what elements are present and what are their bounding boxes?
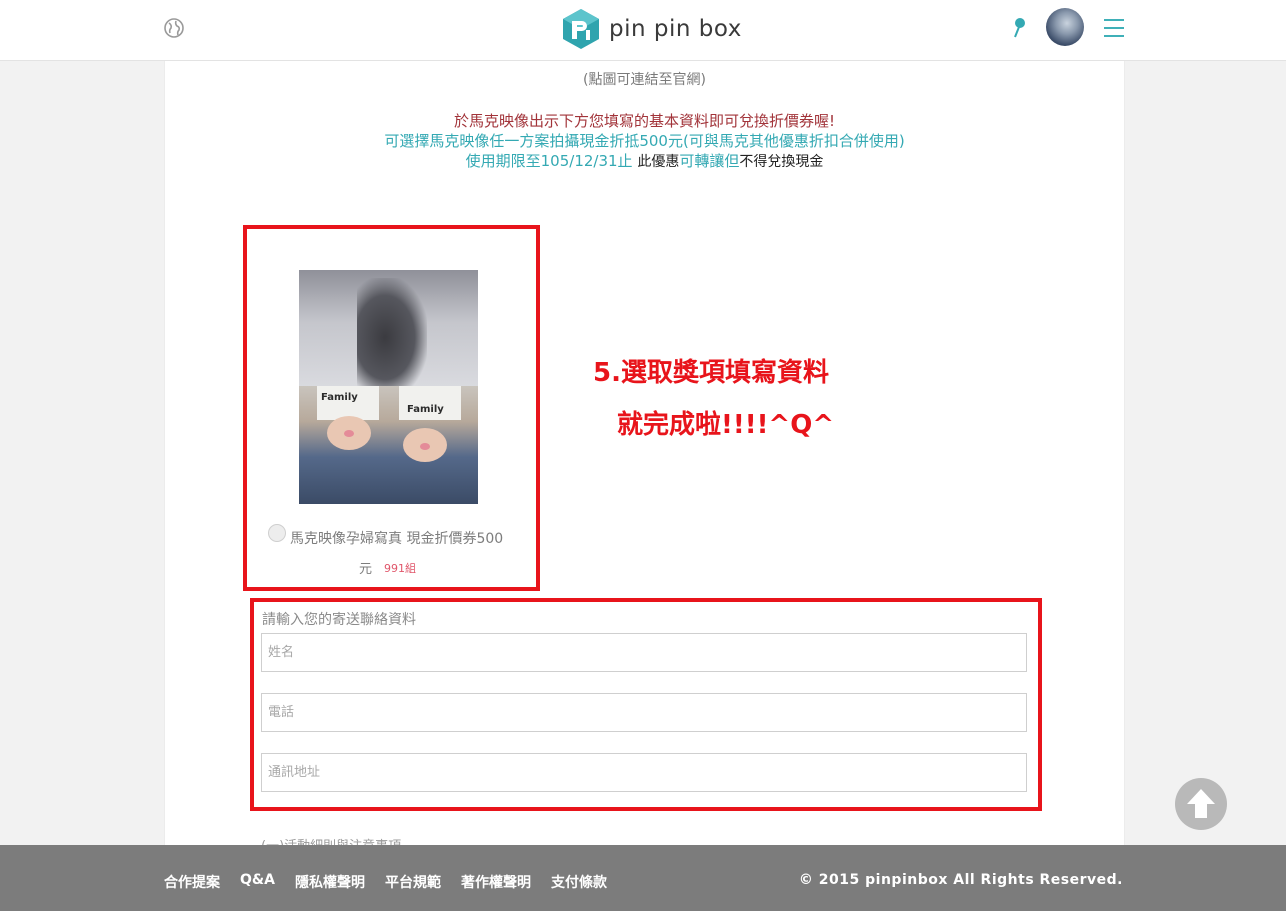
globe-icon[interactable] xyxy=(164,18,184,38)
link-note: (點圖可連結至官網) xyxy=(583,72,706,88)
promo-line-1: 於馬克映像出示下方您填寫的基本資料即可兌換折價券喔! xyxy=(453,112,836,130)
arrow-up-icon xyxy=(1187,789,1215,818)
footer-link-privacy[interactable]: 隱私權聲明 xyxy=(295,872,365,892)
pin-icon[interactable] xyxy=(1011,17,1027,39)
footer-link-copyright[interactable]: 著作權聲明 xyxy=(461,872,531,892)
footer-link-cooperation[interactable]: 合作提案 xyxy=(164,872,220,892)
promo-line-2: 可選擇馬克映像任一方案拍攝現金折抵500元(可與馬克其他優惠折扣合併使用) xyxy=(384,132,905,150)
annotation-line-1: 5.選取獎項填寫資料 xyxy=(593,358,829,388)
back-to-top-button[interactable] xyxy=(1175,778,1227,830)
avatar[interactable] xyxy=(1046,8,1084,46)
address-field[interactable] xyxy=(261,753,1027,792)
shirt-text-left: Family xyxy=(321,392,358,403)
logo-mark-icon xyxy=(563,9,599,49)
footer-link-payment-terms[interactable]: 支付條款 xyxy=(551,872,607,892)
copyright-text: © 2015 pinpinbox All Rights Reserved. xyxy=(798,872,1123,888)
footer-link-qa[interactable]: Q&A xyxy=(240,872,275,892)
form-title: 請輸入您的寄送聯絡資料 xyxy=(262,612,416,628)
but-text: 但 xyxy=(724,152,740,170)
pinpinbox-logo[interactable]: pin pin box xyxy=(561,8,742,50)
no-cash-text: 不得兌換現金 xyxy=(739,154,824,170)
prize-image[interactable]: Family Family xyxy=(299,270,478,504)
prize-name-cont: 元 xyxy=(359,562,373,577)
transferable-text: 可轉讓 xyxy=(679,152,725,170)
main-content: (點圖可連結至官網) 於馬克映像出示下方您填寫的基本資料即可兌換折價券喔! 可選… xyxy=(164,61,1125,854)
validity-text: 使用期限至105/12/31止 xyxy=(465,152,638,170)
logo-text: pin pin box xyxy=(609,16,742,42)
prize-count: 991組 xyxy=(384,562,416,575)
menu-icon[interactable] xyxy=(1104,19,1124,37)
annotation-line-2: 就完成啦!!!!^Q^ xyxy=(617,410,835,440)
footer-links: 合作提案 Q&A 隱私權聲明 平台規範 著作權聲明 支付條款 xyxy=(164,872,627,892)
prize-radio[interactable] xyxy=(268,524,286,542)
offer-text: 此優惠 xyxy=(637,154,680,170)
prize-name: 馬克映像孕婦寫真 現金折價券500 xyxy=(290,531,504,547)
maternity-photo-top xyxy=(299,270,478,386)
maternity-photo-bottom: Family Family xyxy=(299,386,478,504)
phone-field[interactable] xyxy=(261,693,1027,732)
promo-line-3: 使用期限至105/12/31止 此優惠可轉讓但不得兌換現金 xyxy=(165,150,1124,171)
shirt-text-right: Family xyxy=(407,404,444,415)
top-navbar: pin pin box xyxy=(0,0,1286,61)
footer-link-platform-rules[interactable]: 平台規範 xyxy=(385,872,441,892)
footer: 合作提案 Q&A 隱私權聲明 平台規範 著作權聲明 支付條款 © 2015 pi… xyxy=(0,845,1286,911)
name-field[interactable] xyxy=(261,633,1027,672)
